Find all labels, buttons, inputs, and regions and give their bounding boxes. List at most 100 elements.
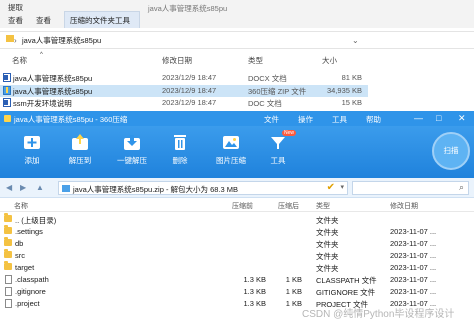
file-name: java人事管理系统s85pu (13, 87, 93, 96)
search-input[interactable]: ⌕ (352, 181, 469, 195)
forward-icon[interactable]: ▶ (20, 183, 26, 192)
zip-list-row[interactable]: .gitignore 1.3 KB 1 KB GITIGNORE 文件 2023-11-… (0, 286, 474, 297)
column-name[interactable]: 名称 (14, 201, 28, 211)
search-icon[interactable]: ⌕ (459, 182, 464, 193)
file-icon (5, 299, 12, 308)
zip-row-type: 文件夹 (316, 216, 339, 225)
tab-extract[interactable]: 提取 (8, 2, 23, 13)
maximize-icon[interactable]: □ (436, 113, 441, 123)
tools-button[interactable]: 工具 (255, 133, 301, 177)
address-dropdown-icon[interactable]: ⌄ (352, 36, 359, 45)
one-click-extract-button[interactable]: 一键解压 (109, 133, 155, 177)
zip-row-size-after: 1 KB (285, 275, 302, 284)
column-size[interactable]: 大小 (322, 55, 337, 66)
add-icon (23, 133, 41, 151)
breadcrumb-folder[interactable]: java人事管理系统s85pu (22, 35, 101, 46)
zip-row-date: 2023-11-07 ... (390, 263, 437, 272)
image-compress-button[interactable]: 图片压缩 (208, 133, 254, 177)
zip-path-text: java人事管理系统s85pu.zip - 解包大小为 68.3 MB (73, 185, 239, 194)
extract-to-button[interactable]: 解压到 (57, 133, 103, 177)
path-dropdown-icon[interactable]: ▾ (340, 183, 344, 191)
add-button[interactable]: 添加 (9, 133, 55, 177)
file-icon (5, 275, 12, 284)
column-modified[interactable]: 修改日期 (390, 201, 418, 211)
zip-window: java人事管理系统s85pu - 360压缩 文件 操作 工具 帮助 — □ … (0, 111, 474, 321)
delete-label: 删除 (172, 156, 188, 165)
menu-file[interactable]: 文件 (264, 114, 279, 125)
delete-button[interactable]: 删除 (157, 133, 203, 177)
file-row[interactable]: java人事管理系统s85pu 2023/12/9 18:47 DOCX 文档 … (0, 72, 368, 84)
zip-row-name: db (15, 239, 24, 248)
zip-list-row[interactable]: src 文件夹 2023-11-07 ... (0, 249, 474, 261)
scan-button[interactable]: 扫描 (432, 132, 470, 170)
file-type: DOCX 文档 (248, 74, 287, 83)
new-badge: New (282, 130, 297, 136)
zip-archive-icon (3, 86, 11, 95)
zip-row-size-after: 1 KB (285, 299, 302, 308)
column-type[interactable]: 类型 (316, 201, 330, 211)
sort-arrow-icon: ^ (40, 52, 43, 58)
file-row-selected[interactable]: java人事管理系统s85pu 2023/12/9 18:47 360压缩 ZI… (0, 85, 368, 97)
file-date: 2023/12/9 18:47 (162, 73, 217, 82)
column-modified[interactable]: 修改日期 (162, 55, 192, 66)
zip-row-date: 2023-11-07 ... (390, 275, 437, 284)
zip-toolbar: 添加 解压到 一键解压 删除 图片压缩 工具 New 扫描 (0, 126, 474, 178)
zip-titlebar[interactable]: java人事管理系统s85pu - 360压缩 文件 操作 工具 帮助 — □ … (0, 111, 474, 126)
zip-list-row[interactable]: .settings 文件夹 2023-11-07 ... (0, 225, 474, 237)
back-icon[interactable]: ◀ (6, 183, 12, 192)
zip-row-date: 2023-11-07 ... (390, 251, 437, 260)
zip-row-size-before: 1.3 KB (243, 299, 266, 308)
file-icon (5, 287, 12, 296)
add-label: 添加 (24, 156, 40, 165)
zip-row-type: GITIGNORE 文件 (316, 288, 376, 297)
zip-list-row[interactable]: .classpath 1.3 KB 1 KB CLASSPATH 文件 2023-11-… (0, 274, 474, 285)
tab-compressed-folder-tools[interactable]: 压缩的文件夹工具 (64, 11, 140, 28)
column-type[interactable]: 类型 (248, 55, 263, 66)
zip-list-row[interactable]: .. (上级目录) 文件夹 (0, 213, 474, 225)
zip-row-name: target (15, 263, 35, 272)
folder-icon (4, 237, 12, 246)
zip-row-type: CLASSPATH 文件 (316, 276, 377, 285)
extract-to-label: 解压到 (68, 156, 92, 165)
close-icon[interactable]: ✕ (458, 113, 466, 124)
tab-view-2[interactable]: 查看 (36, 15, 51, 26)
menu-help[interactable]: 帮助 (366, 114, 381, 125)
zip-row-date: 2023-11-07 ... (390, 227, 437, 236)
one-click-extract-label: 一键解压 (117, 156, 147, 165)
zip-list-row[interactable]: db 文件夹 2023-11-07 ... (0, 237, 474, 249)
zip-path-bar: ◀ ▶ ▲ java人事管理系统s85pu.zip - 解包大小为 68.3 M… (0, 178, 474, 198)
zip-row-size-after: 1 KB (285, 287, 302, 296)
word-doc-icon (3, 98, 11, 107)
zip-path-field[interactable]: java人事管理系统s85pu.zip - 解包大小为 68.3 MB ✔ ▾ (58, 181, 348, 195)
breadcrumb-chevron-icon[interactable]: › (14, 36, 17, 45)
zip-file-icon (62, 185, 70, 192)
minimize-icon[interactable]: — (414, 113, 423, 123)
image-compress-icon (222, 133, 240, 151)
column-size-before[interactable]: 压缩前 (232, 201, 253, 211)
menu-operate[interactable]: 操作 (298, 114, 313, 125)
delete-icon (171, 133, 189, 151)
folder-icon (6, 35, 14, 42)
zip-row-type: 文件夹 (316, 240, 339, 249)
tab-compressed-folder-tools-label: 压缩的文件夹工具 (70, 16, 130, 25)
column-size-after[interactable]: 压缩后 (278, 201, 299, 211)
zip-row-name: .. (上级目录) (15, 216, 57, 225)
column-name[interactable]: 名称 (12, 55, 27, 66)
zip-row-type: 文件夹 (316, 264, 339, 273)
zip-row-type: 文件夹 (316, 228, 339, 237)
extract-to-icon (71, 133, 89, 151)
zip-row-name: .settings (15, 227, 43, 236)
zip-window-title: java人事管理系统s85pu - 360压缩 (14, 115, 128, 124)
scan-label: 扫描 (443, 146, 459, 155)
zip-list-row[interactable]: target 文件夹 2023-11-07 ... (0, 261, 474, 273)
up-icon[interactable]: ▲ (36, 183, 44, 192)
verified-check-icon: ✔ (326, 182, 335, 193)
tab-view-1[interactable]: 查看 (8, 15, 23, 26)
folder-icon (4, 261, 12, 270)
app-logo-icon (4, 115, 11, 122)
zip-row-name: .gitignore (15, 287, 46, 296)
menu-tools[interactable]: 工具 (332, 114, 347, 125)
file-row[interactable]: ssm开发环境说明 2023/12/9 18:47 DOC 文档 15 KB (0, 97, 368, 109)
explorer-window-title: java人事管理系统s85pu (148, 4, 228, 13)
explorer-address-bar[interactable]: › java人事管理系统s85pu ⌄ (0, 31, 474, 49)
